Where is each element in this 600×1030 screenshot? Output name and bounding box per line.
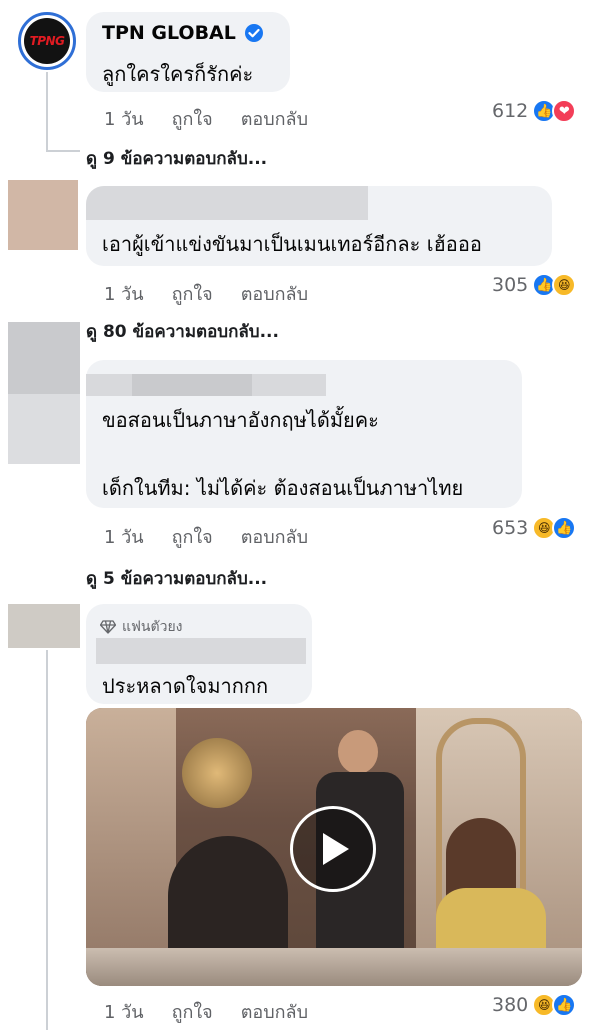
reply-button[interactable]: ตอบกลับ xyxy=(241,279,308,308)
play-icon xyxy=(323,833,349,865)
diamond-icon xyxy=(100,620,116,634)
comment-time[interactable]: 1 วัน xyxy=(104,522,144,551)
haha-reaction-icon: 😆 xyxy=(552,273,577,297)
comment-time[interactable]: 1 วัน xyxy=(104,997,144,1026)
author-name-redacted xyxy=(132,374,252,396)
view-replies-link[interactable]: ดู 9 ข้อความตอบกลับ... xyxy=(86,145,267,172)
reaction-summary[interactable]: 653 😆 👍 xyxy=(492,516,577,540)
comment-text: ประหลาดใจมากกก xyxy=(102,674,269,698)
badge-label: แฟนตัวยง xyxy=(122,619,183,635)
video-scene-wall xyxy=(86,708,176,986)
reply-button[interactable]: ตอบกลับ xyxy=(241,522,308,551)
reaction-count: 380 xyxy=(492,994,529,1016)
author-name-redacted xyxy=(86,186,368,220)
thread-line xyxy=(46,150,80,152)
comment-author[interactable]: TPN GLOBAL xyxy=(102,22,236,44)
reaction-count: 305 xyxy=(492,274,529,296)
comment-text: ขอสอนเป็นภาษาอังกฤษได้มั้ยคะ xyxy=(102,408,379,432)
love-reaction-icon: ❤ xyxy=(552,99,577,123)
avatar-logo-text: TPNG xyxy=(29,34,65,48)
comment-text: ลูกใครใครก็รักค่ะ xyxy=(102,62,254,86)
reply-button[interactable]: ตอบกลับ xyxy=(241,997,308,1026)
like-button[interactable]: ถูกใจ xyxy=(172,104,213,133)
like-reaction-icon: 👍 xyxy=(552,993,577,1017)
verified-badge-icon xyxy=(244,24,263,42)
comment-text: เด็กในทีม: ไม่ได้ค่ะ ต้องสอนเป็นภาษาไทย xyxy=(102,476,464,500)
avatar[interactable] xyxy=(8,180,78,250)
thread-line xyxy=(46,650,48,1030)
comment-text: เอาผู้เข้าแข่งขันมาเป็นเมนเทอร์อีกละ เฮ้… xyxy=(102,232,482,256)
reaction-summary[interactable]: 305 👍 😆 xyxy=(492,273,577,297)
comment-time[interactable]: 1 วัน xyxy=(104,104,144,133)
like-button[interactable]: ถูกใจ xyxy=(172,522,213,551)
comment-bubble: ขอสอนเป็นภาษาอังกฤษได้มั้ยคะ เด็กในทีม: … xyxy=(86,360,522,508)
reaction-summary[interactable]: 380 😆 👍 xyxy=(492,993,577,1017)
video-scene-person xyxy=(338,730,378,774)
avatar-logo: TPNG xyxy=(24,18,70,64)
avatar-redacted xyxy=(8,394,80,464)
comment-bubble: แฟนตัวยง ประหลาดใจมากกก xyxy=(86,604,312,704)
video-scene-clock xyxy=(182,738,252,808)
thread-line xyxy=(46,72,48,152)
comment-actions: 1 วัน ถูกใจ ตอบกลับ xyxy=(104,104,308,133)
author-name-redacted xyxy=(96,638,306,664)
top-fan-badge: แฟนตัวยง xyxy=(100,616,183,638)
comment-actions: 1 วัน ถูกใจ ตอบกลับ xyxy=(104,522,308,551)
avatar[interactable] xyxy=(8,604,80,648)
view-replies-link[interactable]: ดู 80 ข้อความตอบกลับ... xyxy=(86,318,279,345)
avatar[interactable]: TPNG xyxy=(18,12,76,70)
like-reaction-icon: 👍 xyxy=(552,516,577,540)
reply-button[interactable]: ตอบกลับ xyxy=(241,104,308,133)
play-button[interactable] xyxy=(290,806,376,892)
comment-actions: 1 วัน ถูกใจ ตอบกลับ xyxy=(104,997,308,1026)
comment-bubble: TPN GLOBAL ลูกใครใครก็รักค่ะ xyxy=(86,12,290,92)
reaction-count: 653 xyxy=(492,517,529,539)
comment-time[interactable]: 1 วัน xyxy=(104,279,144,308)
avatar[interactable] xyxy=(8,322,80,394)
comment-bubble: เอาผู้เข้าแข่งขันมาเป็นเมนเทอร์อีกละ เฮ้… xyxy=(86,186,552,266)
video-scene-table xyxy=(86,948,582,986)
reaction-count: 612 xyxy=(492,100,529,122)
view-replies-link[interactable]: ดู 5 ข้อความตอบกลับ... xyxy=(86,565,267,592)
comment-actions: 1 วัน ถูกใจ ตอบกลับ xyxy=(104,279,308,308)
reaction-summary[interactable]: 612 👍 ❤ xyxy=(492,99,577,123)
like-button[interactable]: ถูกใจ xyxy=(172,279,213,308)
like-button[interactable]: ถูกใจ xyxy=(172,997,213,1026)
